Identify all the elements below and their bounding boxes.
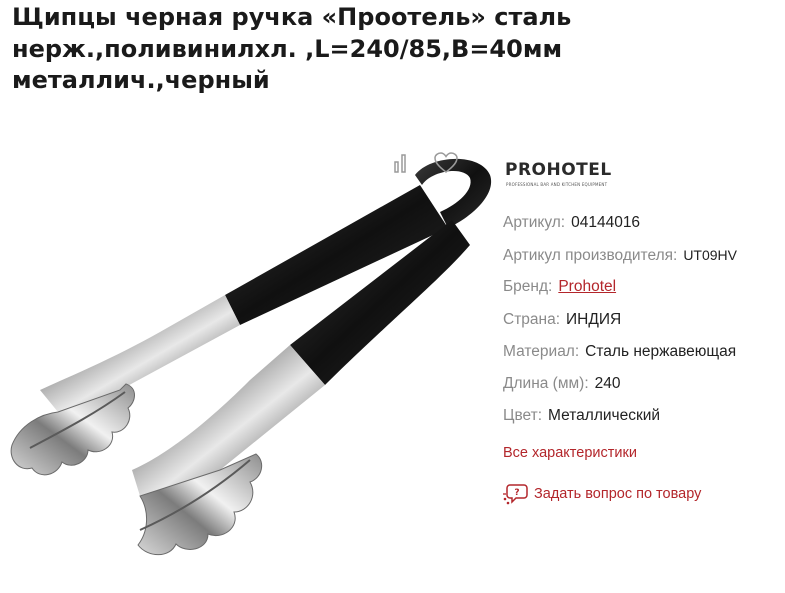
spec-item-color: Цвет: Металлический: [503, 405, 737, 437]
product-title-line: металлич.,черный: [12, 66, 270, 94]
spec-key: Длина (мм):: [503, 374, 589, 392]
brand-link[interactable]: Prohotel: [558, 278, 616, 295]
spec-value: Металлический: [548, 407, 661, 425]
brand-logo-tagline: PROFESSIONAL BAR AND KITCHEN EQUIPMENT: [506, 182, 608, 187]
spec-key: Материал:: [503, 342, 580, 360]
spec-item-manufacturer-article: Артикул производителя: UT09HV: [503, 244, 737, 276]
spec-item-length: Длина (мм): 240: [503, 373, 737, 405]
spec-value: 04144016: [571, 214, 641, 231]
ask-question-label: Задать вопрос по товару: [534, 486, 702, 502]
spec-key: Страна:: [503, 310, 561, 328]
spec-key: Артикул:: [503, 214, 566, 231]
spec-key: Цвет:: [503, 407, 543, 425]
spec-value: Сталь нержавеющая: [585, 342, 737, 360]
product-title-line: нерж.,поливинилхл. ,L=240/85,B=40мм: [12, 34, 563, 63]
brand-logo: PROHOTEL PROFESSIONAL BAR AND KITCHEN EQ…: [505, 160, 625, 194]
spec-value: UT09HV: [683, 247, 737, 264]
brand-logo-text: PROHOTEL: [505, 160, 612, 180]
all-specs-link[interactable]: Все характеристики: [503, 445, 637, 461]
spec-item-article: Артикул: 04144016: [503, 212, 737, 244]
spec-value: 240: [594, 374, 621, 392]
spec-item-country: Страна: ИНДИЯ: [503, 309, 737, 341]
spec-key: Бренд:: [503, 278, 553, 296]
product-title-line: Щипцы черная ручка «Проотель» сталь: [12, 3, 572, 31]
product-image[interactable]: [0, 140, 500, 593]
chat-question-icon: ?: [503, 484, 528, 505]
compare-icon[interactable]: [392, 152, 414, 176]
spec-item-brand: Бренд: Prohotel: [503, 276, 737, 308]
product-title: Щипцы черная ручка «Проотель» сталь нерж…: [12, 2, 772, 97]
spec-item-material: Материал: Сталь нержавеющая: [503, 341, 737, 373]
tongs-illustration: [10, 158, 492, 556]
svg-text:?: ?: [514, 488, 519, 498]
spec-value: ИНДИЯ: [566, 310, 622, 328]
spec-key: Артикул производителя:: [503, 247, 678, 265]
ask-question-button[interactable]: ? Задать вопрос по товару: [502, 482, 701, 506]
heart-icon[interactable]: [434, 152, 458, 176]
spec-list: Артикул: 04144016 Артикул производителя: U…: [503, 212, 737, 437]
